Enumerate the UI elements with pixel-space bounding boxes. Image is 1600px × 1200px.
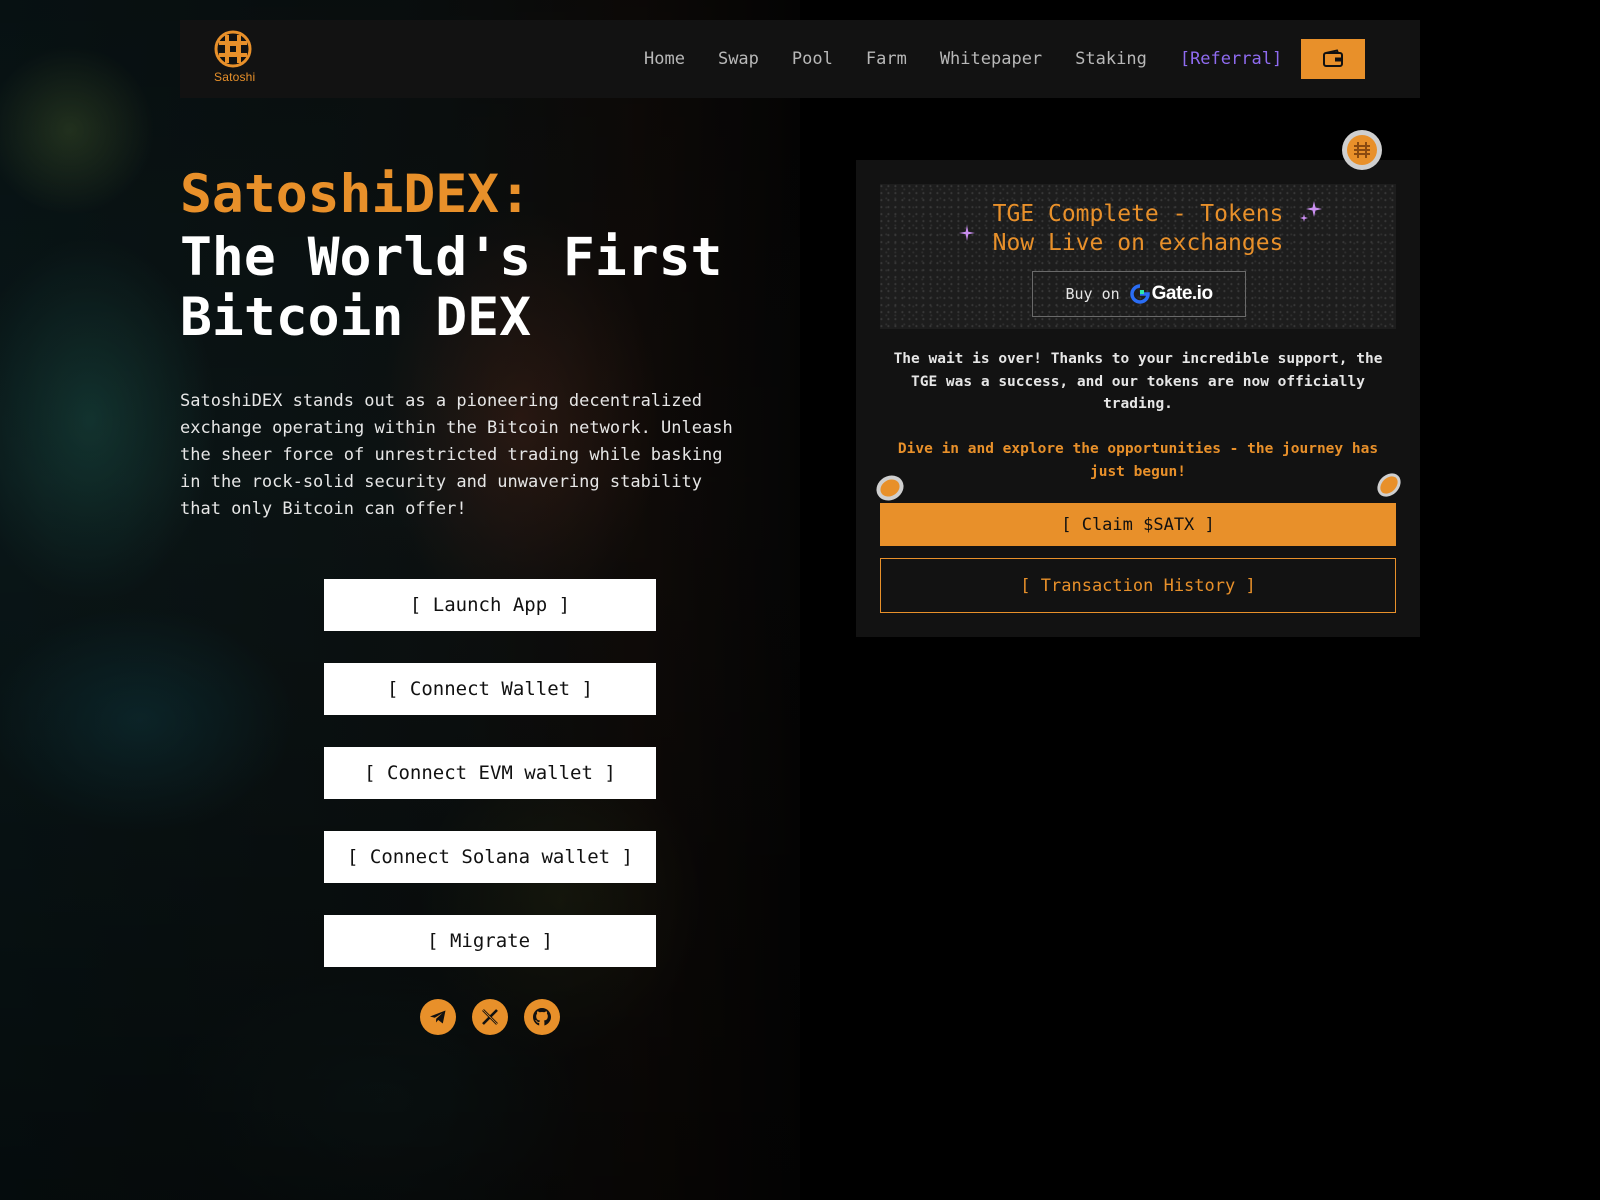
- nav-whitepaper[interactable]: Whitepaper: [940, 46, 1042, 72]
- logo-text: Satoshi: [214, 70, 256, 84]
- nav-home[interactable]: Home: [644, 46, 685, 72]
- sparkle-icon: [1300, 201, 1322, 222]
- telegram-icon: [430, 1010, 446, 1024]
- hero-description: SatoshiDEX stands out as a pioneering de…: [180, 391, 733, 519]
- launch-app-button[interactable]: [ Launch App ]: [324, 579, 656, 631]
- coin-icon: [1377, 473, 1401, 497]
- tge-panel: TGE Complete - Tokens Now Live on exchan…: [856, 160, 1420, 637]
- connect-evm-wallet-button[interactable]: [ Connect EVM wallet ]: [324, 747, 656, 799]
- social-links: [420, 999, 560, 1035]
- nav-farm[interactable]: Farm: [866, 46, 907, 72]
- hero-title-tagline: The World's First Bitcoin DEX: [180, 227, 723, 348]
- github-icon: [533, 1008, 551, 1026]
- satoshi-logo-icon: [214, 30, 252, 68]
- gate-io-icon: [1129, 284, 1150, 304]
- gate-io-wordmark: Gate.io: [1151, 283, 1213, 304]
- tge-title-line1: TGE Complete - Tokens: [992, 201, 1284, 227]
- logo[interactable]: Satoshi: [214, 30, 256, 84]
- x-icon: [482, 1009, 498, 1025]
- connect-solana-wallet-button[interactable]: [ Connect Solana wallet ]: [324, 831, 656, 883]
- transaction-history-button[interactable]: [ Transaction History ]: [880, 558, 1396, 613]
- sparkle-icon: [959, 225, 975, 241]
- buy-on-label: Buy on: [1065, 285, 1120, 303]
- tge-message: The wait is over! Thanks to your incredi…: [893, 351, 1383, 412]
- migrate-button[interactable]: [ Migrate ]: [324, 915, 656, 967]
- navbar: Satoshi Home Swap Pool Farm Whitepaper S…: [180, 20, 1420, 98]
- telegram-link[interactable]: [420, 999, 456, 1035]
- x-link[interactable]: [472, 999, 508, 1035]
- nav-pool[interactable]: Pool: [792, 46, 833, 72]
- buy-on-gate-button[interactable]: Buy on Gate.io: [1032, 271, 1246, 317]
- tge-banner: TGE Complete - Tokens Now Live on exchan…: [880, 184, 1396, 329]
- nav-staking[interactable]: Staking: [1075, 46, 1147, 72]
- wallet-button[interactable]: [1301, 39, 1365, 79]
- nav-links: Home Swap Pool Farm Whitepaper Staking […: [644, 46, 1282, 72]
- wallet-icon: [1323, 49, 1343, 67]
- claim-satx-button[interactable]: [ Claim $SATX ]: [880, 503, 1396, 546]
- coin-icon: [876, 475, 904, 501]
- nav-swap[interactable]: Swap: [718, 46, 759, 72]
- gate-logo: Gate.io: [1129, 283, 1213, 305]
- connect-wallet-button[interactable]: [ Connect Wallet ]: [324, 663, 656, 715]
- nav-referral[interactable]: [Referral]: [1180, 46, 1282, 72]
- github-link[interactable]: [524, 999, 560, 1035]
- tge-title-line2: Now Live on exchanges: [992, 230, 1284, 256]
- tge-message-highlight: Dive in and explore the opportunities - …: [897, 441, 1379, 480]
- cta-button-stack: [ Launch App ] [ Connect Wallet ] [ Conn…: [324, 579, 656, 999]
- coin-icon: [1342, 130, 1382, 170]
- hero-title-brand: SatoshiDEX:: [180, 164, 531, 225]
